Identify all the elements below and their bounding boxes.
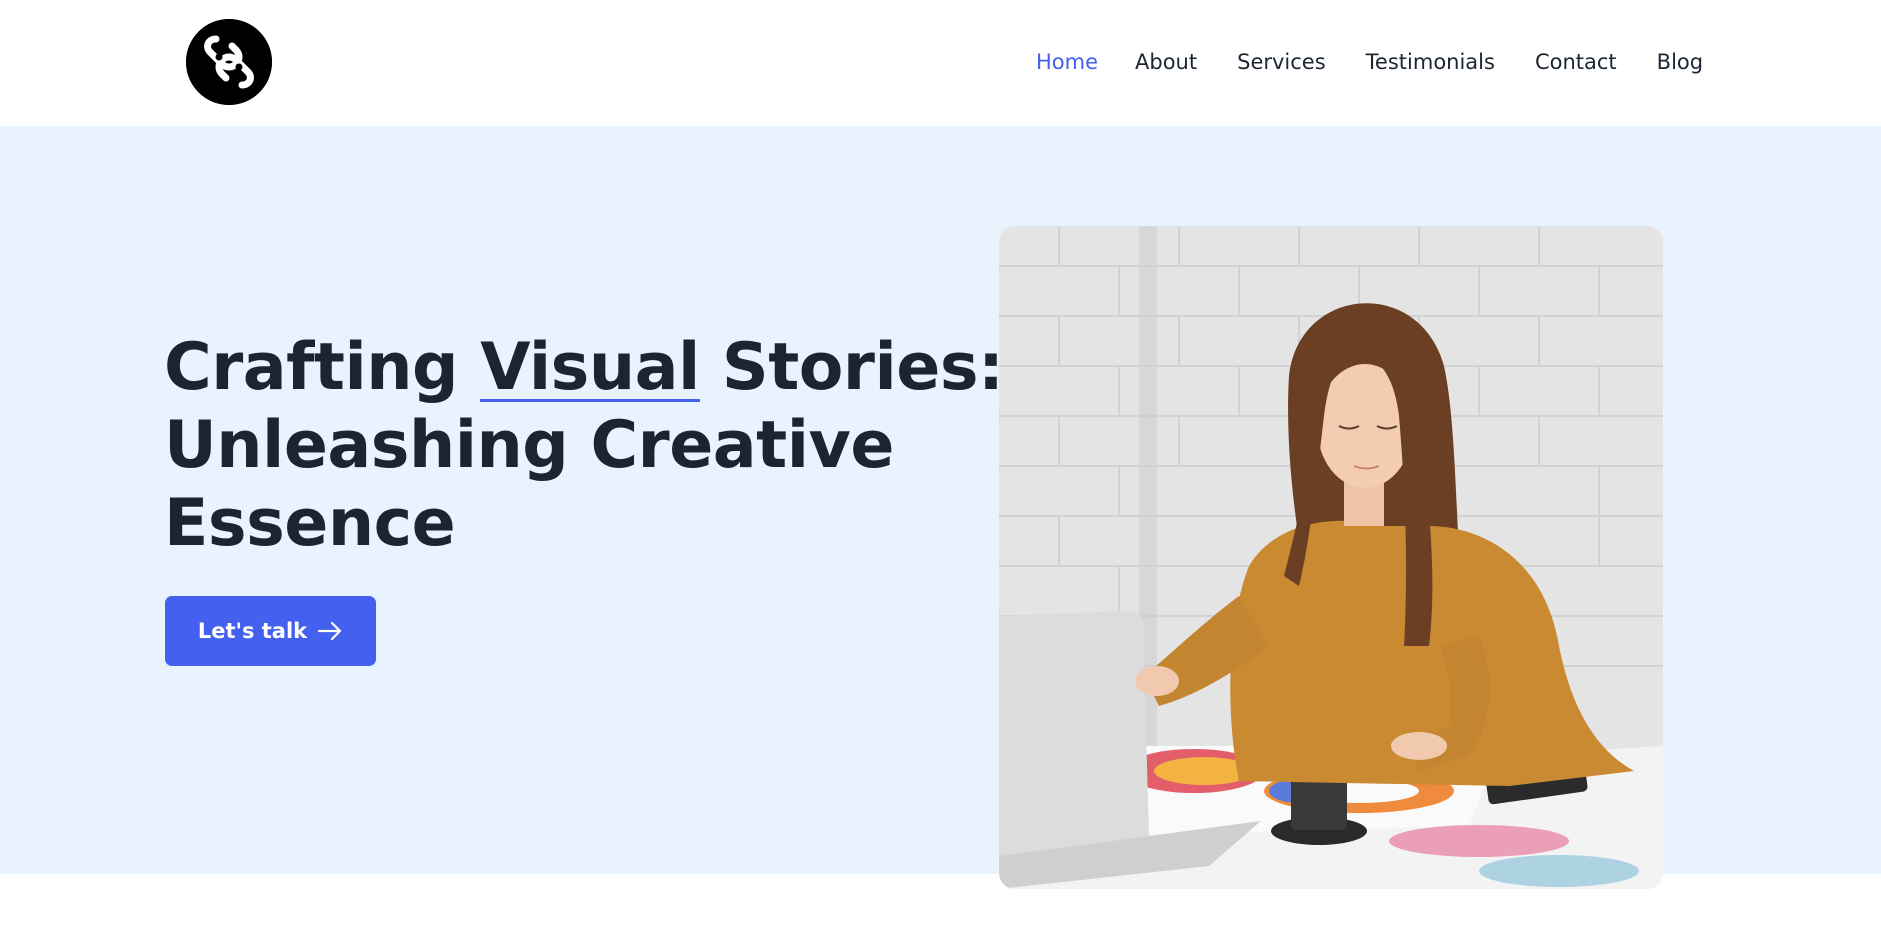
hero-photo-image (999, 226, 1663, 889)
nav-contact[interactable]: Contact (1535, 45, 1617, 79)
site-header: Home About Services Testimonials Contact… (0, 0, 1881, 126)
headline-text: Crafting (164, 330, 481, 405)
hero-photo (999, 226, 1663, 889)
headline-accent-word: Visual (480, 330, 700, 405)
logo-icon (186, 19, 272, 105)
headline-line-1: Crafting Visual Stories: (164, 329, 1004, 407)
arrow-right-icon (318, 621, 342, 641)
lets-talk-label: Let's talk (197, 619, 308, 643)
nav-services[interactable]: Services (1237, 45, 1326, 79)
nav-blog[interactable]: Blog (1657, 45, 1703, 79)
nav-home[interactable]: Home (1036, 45, 1098, 79)
main-nav: Home About Services Testimonials Contact… (1036, 45, 1703, 79)
logo[interactable] (186, 19, 272, 105)
lets-talk-button[interactable]: Let's talk (165, 596, 376, 666)
hero-headline: Crafting Visual Stories: Unleashing Crea… (164, 329, 1004, 563)
nav-testimonials[interactable]: Testimonials (1366, 45, 1495, 79)
headline-text: Stories: (699, 330, 1004, 405)
headline-line-2: Unleashing Creative (164, 408, 894, 483)
headline-line-3: Essence (164, 486, 456, 561)
nav-about[interactable]: About (1135, 45, 1197, 79)
